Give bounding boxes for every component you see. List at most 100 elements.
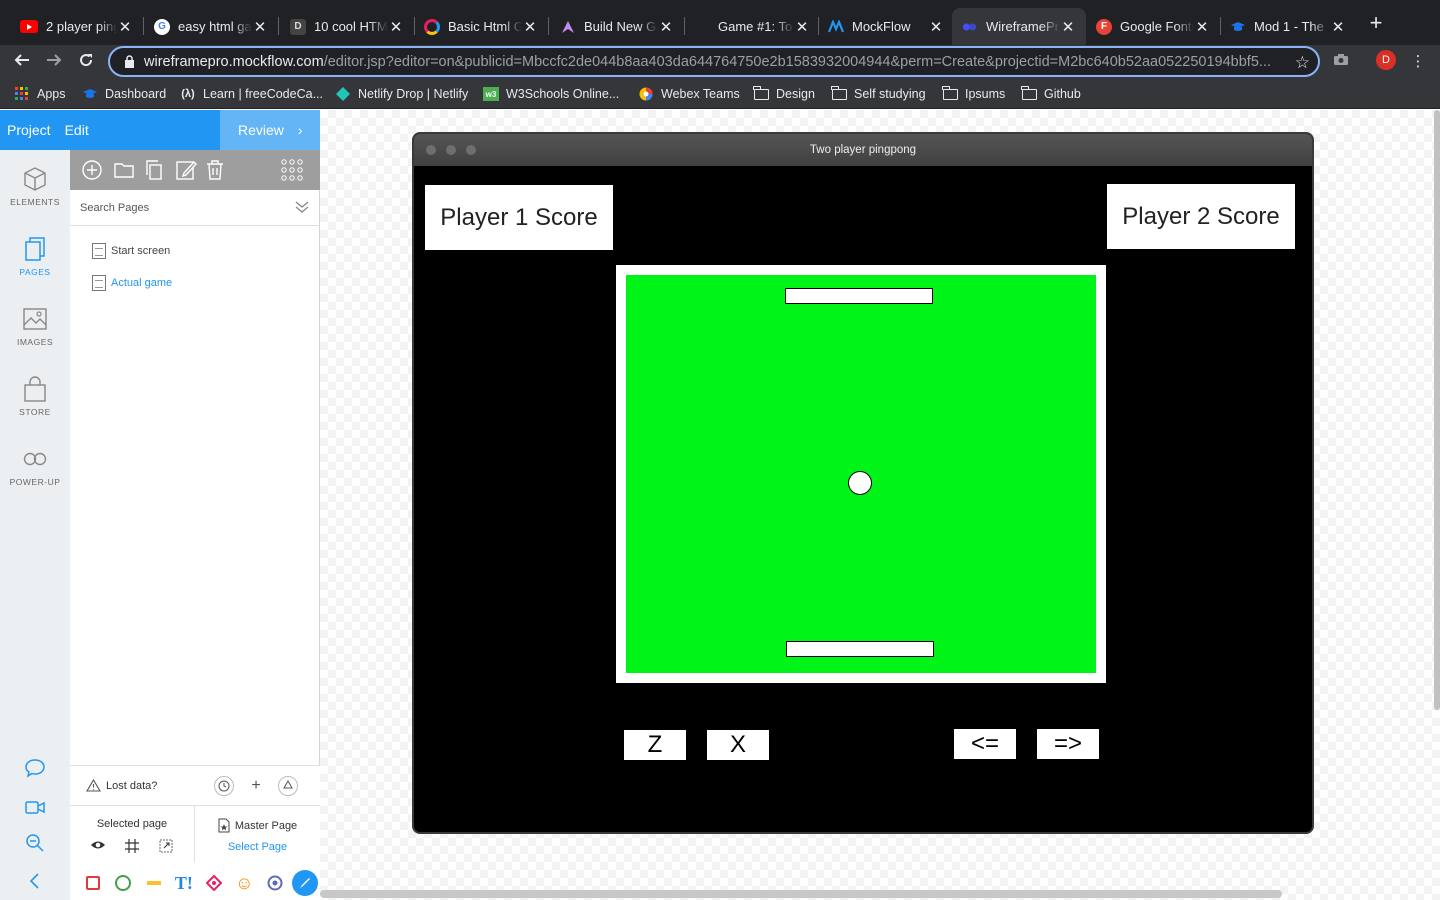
bookmark-folder-design[interactable]: Design [753,85,815,103]
video-icon[interactable] [24,796,46,818]
recycle-icon[interactable] [278,776,298,796]
ball[interactable] [848,471,872,495]
tab-close-icon[interactable]: ✕ [794,18,810,36]
tab-title: easy html ga [178,19,252,34]
copy-icon[interactable] [144,159,166,181]
line-tool-icon[interactable] [139,871,169,895]
double-chevron-down-icon[interactable] [294,199,310,215]
tab-wireframepro[interactable]: WireframePr ✕ [952,8,1086,45]
bookmark-apps[interactable]: Apps [14,85,66,103]
tab-close-icon[interactable]: ✕ [658,18,674,36]
infinity-icon [23,452,47,466]
game-field[interactable] [626,275,1096,673]
bookmark-folder-ipsums[interactable]: Ipsums [942,85,1005,103]
camera-icon[interactable] [1331,52,1351,72]
add-page-icon[interactable] [81,159,103,181]
bookmark-netlify[interactable]: Netlify Drop | Netlify [335,85,468,103]
tab-game-1[interactable]: Game #1: To ✕ [700,8,820,45]
tab-title: MockFlow [852,19,911,34]
tab-close-icon[interactable]: ✕ [1060,18,1076,36]
tab-close-icon[interactable]: ✕ [252,18,268,36]
bag-icon [24,376,46,402]
nav-images[interactable]: IMAGES [0,306,70,347]
emoji-tool-icon[interactable]: ☺ [229,871,259,895]
mockflow-icon [828,19,844,35]
chat-icon[interactable] [24,757,46,779]
bookmark-folder-github[interactable]: Github [1021,85,1081,103]
page-item-actual-game[interactable]: Actual game [92,274,172,292]
back-icon[interactable] [11,51,33,73]
trash-icon[interactable] [204,159,226,181]
collapse-left-icon[interactable] [24,870,46,892]
left-nav: ELEMENTS PAGES IMAGES STORE POWER-UP [0,150,70,900]
bookmark-w3schools[interactable]: w3 W3Schools Online... [483,85,619,103]
nav-store[interactable]: STORE [0,376,70,417]
reload-icon[interactable] [75,51,97,73]
address-bar[interactable]: wireframepro.mockflow.com/editor.jsp?edi… [108,46,1320,77]
key-x-button[interactable]: X [707,730,769,760]
eye-icon[interactable] [90,838,106,852]
rectangle-tool-icon[interactable] [78,871,108,895]
circle-tool-icon[interactable] [108,871,138,895]
brush-tool-icon[interactable] [290,870,320,896]
tab-close-icon[interactable]: ✕ [1330,18,1346,36]
plus-icon[interactable]: + [246,776,266,796]
tab-easy-html-games[interactable]: G easy html ga ✕ [134,8,278,45]
key-left-button[interactable]: <= [954,729,1016,759]
pages-icon [25,237,45,261]
history-icon[interactable] [214,776,234,796]
tab-mod-1[interactable]: Mod 1 - The ✕ [1220,8,1356,45]
new-tab-button[interactable]: + [1366,12,1386,34]
player2-score-box[interactable]: Player 2 Score [1107,184,1295,249]
horizontal-scrollbar[interactable] [320,890,1282,898]
page-item-start-screen[interactable]: Start screen [92,242,170,260]
tab-10-cool-html[interactable]: D 10 cool HTM ✕ [270,8,414,45]
tab-close-icon[interactable]: ✕ [928,18,944,36]
bottom-paddle[interactable] [786,641,934,657]
forward-icon[interactable] [43,51,65,73]
key-right-button[interactable]: => [1037,729,1099,759]
bookmark-freecodecamp[interactable]: (λ) Learn | freeCodeCa... [180,85,323,103]
menu-project[interactable]: Project [7,122,51,138]
bookmark-folder-self-studying[interactable]: Self studying [831,85,926,103]
game-arena-frame[interactable] [616,265,1106,683]
profile-avatar[interactable]: D [1376,50,1396,70]
review-button[interactable]: Review › [220,110,320,150]
tab-build-new-game[interactable]: Build New Ga ✕ [540,8,684,45]
folder-icon[interactable] [113,159,135,181]
nav-pages[interactable]: PAGES [0,236,70,277]
kebab-menu-icon[interactable]: ⋮ [1408,52,1428,72]
target-tool-icon[interactable] [260,871,290,895]
player1-score-box[interactable]: Player 1 Score [425,185,613,250]
zoom-icon[interactable] [24,832,46,854]
nav-power-up[interactable]: POWER-UP [0,446,70,487]
tab-basic-html-games[interactable]: Basic Html G ✕ [404,8,548,45]
grid-view-icon[interactable] [281,159,303,181]
lost-data-link[interactable]: Lost data? [86,779,157,792]
menu-edit[interactable]: Edit [65,122,89,138]
resize-icon[interactable] [158,838,174,854]
tab-mockflow[interactable]: MockFlow ✕ [818,8,954,45]
select-page-link[interactable]: Select Page [195,841,320,853]
key-z-button[interactable]: Z [624,730,686,760]
tab-close-icon[interactable]: ✕ [1194,18,1210,36]
component-tool-icon[interactable] [199,871,229,895]
search-pages-input[interactable]: Search Pages [70,190,320,226]
tab-2-player-ping[interactable]: 2 player ping ✕ [0,8,143,45]
vertical-scrollbar[interactable] [1434,110,1440,710]
bookmark-webex[interactable]: Webex Teams [638,85,740,103]
tab-close-icon[interactable]: ✕ [117,18,133,36]
lost-data-row: Lost data? + [70,766,320,806]
nav-elements[interactable]: ELEMENTS [0,166,70,207]
bookmark-dashboard[interactable]: Dashboard [82,85,166,103]
tab-close-icon[interactable]: ✕ [388,18,404,36]
edit-icon[interactable] [175,159,197,181]
tab-google-fonts[interactable]: F Google Fonts ✕ [1086,8,1220,45]
grid-icon[interactable] [124,838,140,854]
top-paddle[interactable] [785,288,933,304]
text-tool-icon[interactable]: T! [169,871,199,895]
tab-title: 10 cool HTM [314,19,388,34]
bookmark-star-icon[interactable]: ☆ [1295,53,1310,73]
mockup-window[interactable]: Two player pingpong Player 1 Score Playe… [412,132,1314,834]
tab-close-icon[interactable]: ✕ [522,18,538,36]
